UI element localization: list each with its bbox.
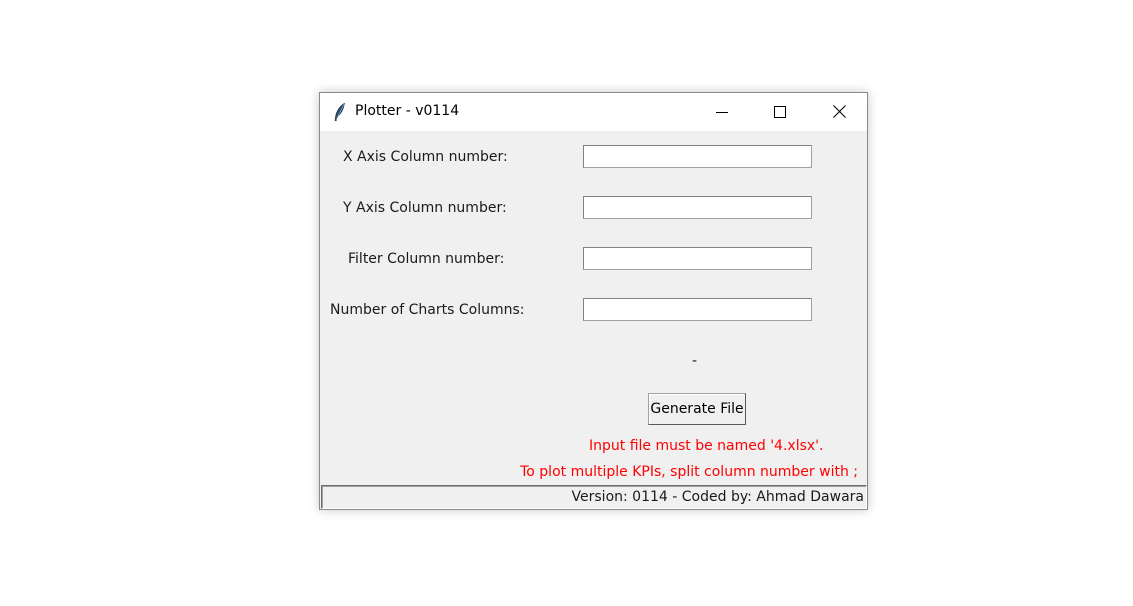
file-name-note: Input file must be named '4.xlsx'. bbox=[589, 438, 824, 454]
minimize-button[interactable] bbox=[693, 93, 751, 131]
x-axis-input[interactable] bbox=[583, 145, 812, 168]
title-bar[interactable]: Plotter - v0114 bbox=[320, 93, 867, 131]
y-axis-input[interactable] bbox=[583, 196, 812, 219]
feather-icon bbox=[332, 102, 348, 122]
multiple-kpis-note: To plot multiple KPIs, split column numb… bbox=[520, 464, 858, 480]
x-axis-label: X Axis Column number: bbox=[343, 149, 508, 165]
close-icon bbox=[832, 103, 846, 122]
maximize-button[interactable] bbox=[751, 93, 809, 131]
status-dash-label: - bbox=[692, 353, 698, 369]
minimize-icon bbox=[716, 103, 728, 122]
charts-columns-label: Number of Charts Columns: bbox=[330, 302, 525, 318]
filter-column-input[interactable] bbox=[583, 247, 812, 270]
y-axis-label: Y Axis Column number: bbox=[343, 200, 507, 216]
window-title: Plotter - v0114 bbox=[355, 103, 460, 119]
close-button[interactable] bbox=[810, 93, 868, 131]
filter-column-label: Filter Column number: bbox=[348, 251, 505, 267]
maximize-icon bbox=[774, 103, 786, 122]
plotter-window: Plotter - v0114 X Axis Column number: Y … bbox=[319, 92, 868, 510]
generate-file-button[interactable]: Generate File bbox=[648, 393, 746, 425]
charts-columns-input[interactable] bbox=[583, 298, 812, 321]
status-bar: Version: 0114 - Coded by: Ahmad Dawara bbox=[321, 485, 867, 509]
version-credit-text: Version: 0114 - Coded by: Ahmad Dawara bbox=[571, 489, 864, 505]
